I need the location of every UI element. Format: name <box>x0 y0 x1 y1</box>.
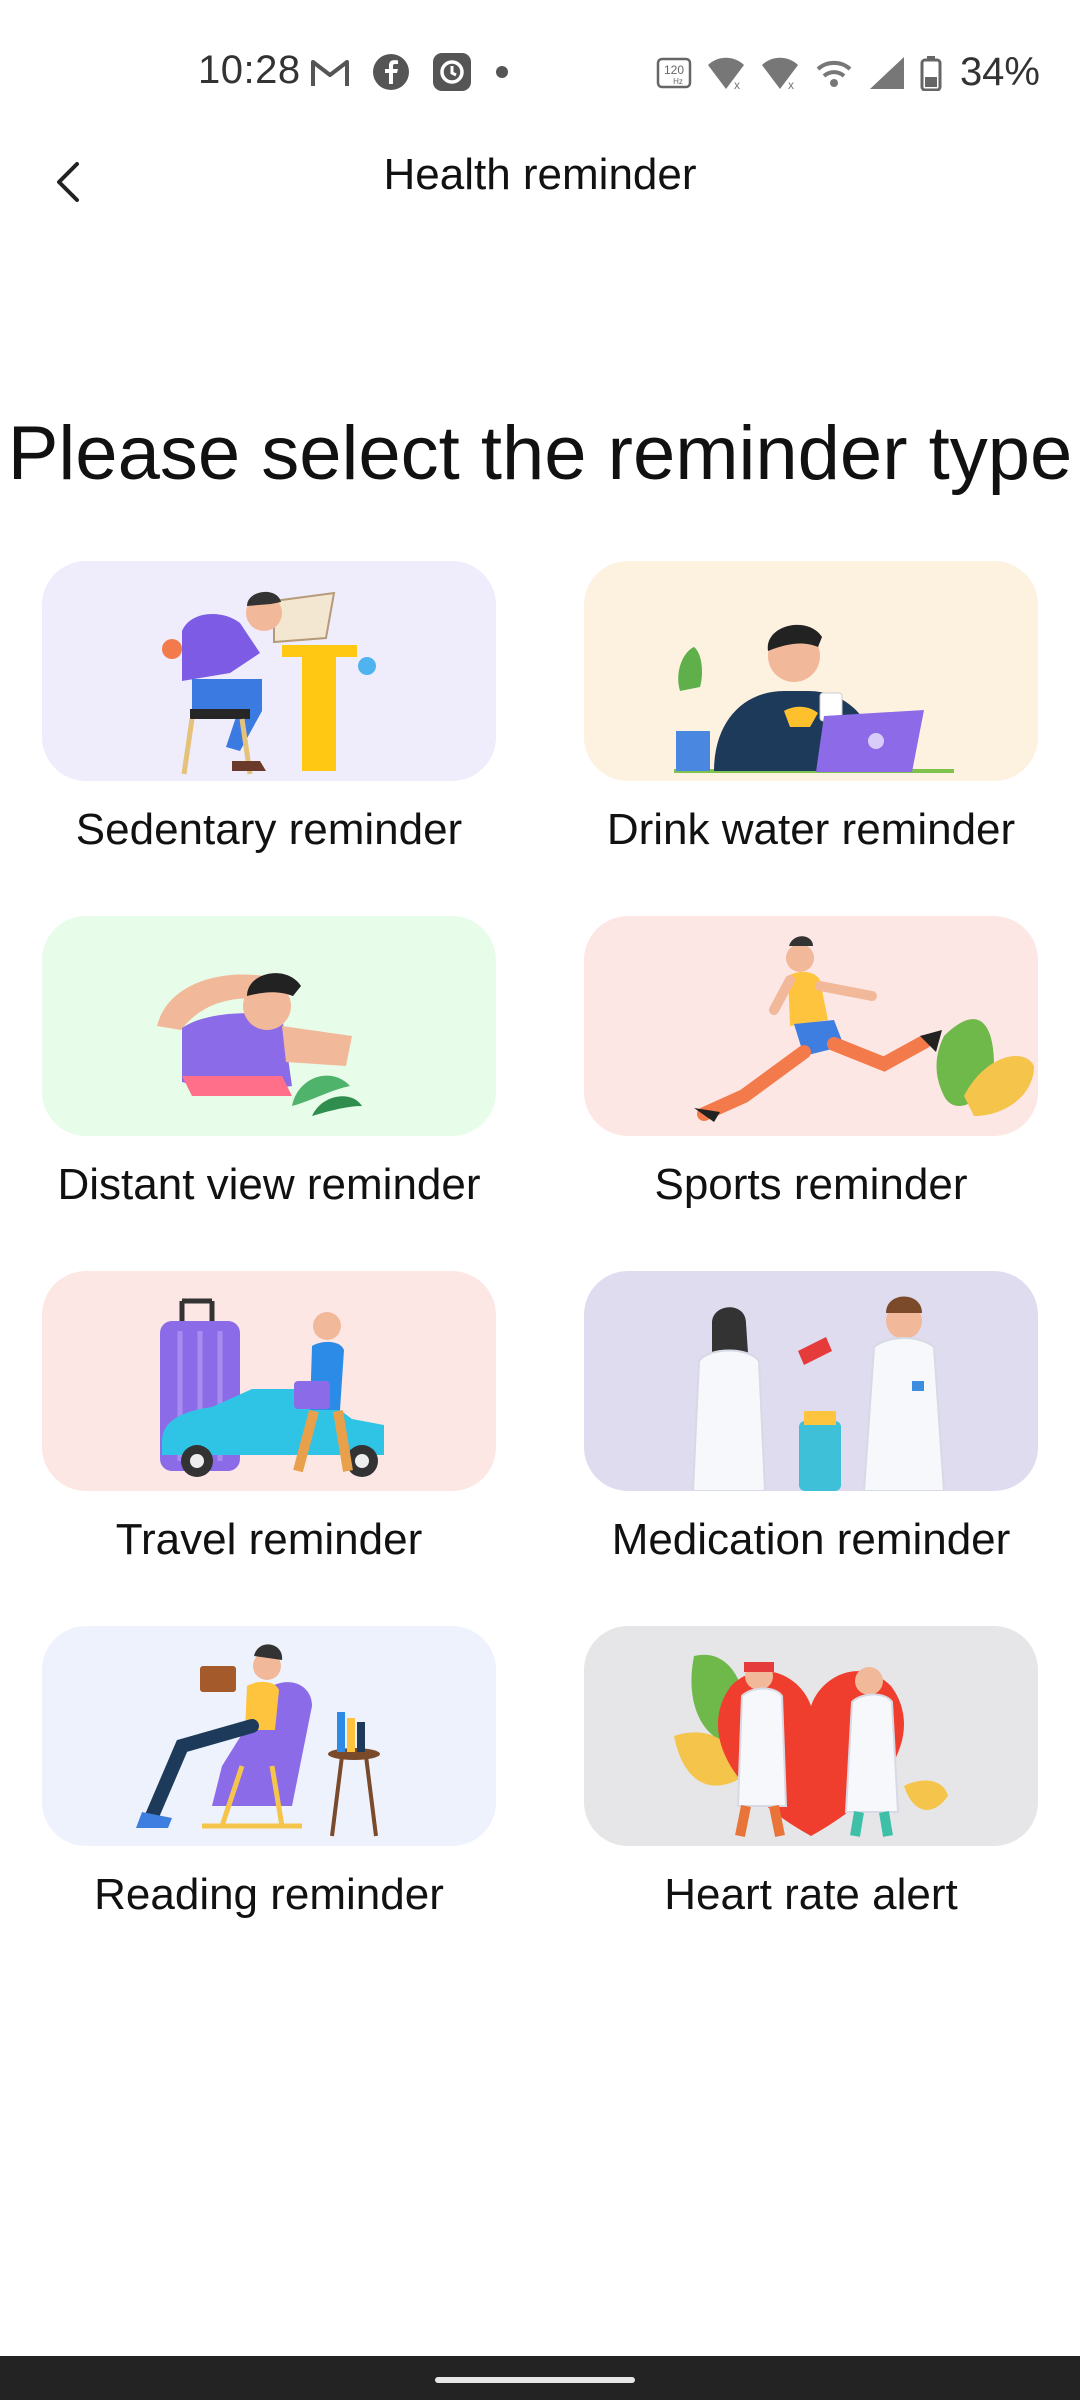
travel-reminder-label: Travel reminder <box>115 1515 423 1564</box>
sports-illustration <box>584 916 1038 1136</box>
status-time: 10:28 <box>198 48 301 92</box>
wifi-calling-icon: x <box>760 55 800 91</box>
heart-rate-alert-label: Heart rate alert <box>664 1870 958 1919</box>
reading-illustration <box>42 1626 496 1846</box>
reading-reminder-label: Reading reminder <box>94 1870 444 1919</box>
status-bar: 10:28 120 Hz x x 34% <box>0 0 1080 150</box>
system-icons: 120 Hz x x 34% <box>656 50 1040 95</box>
medication-reminder-card[interactable]: Medication reminder <box>584 1271 1038 1626</box>
battery-icon <box>920 55 942 91</box>
wifi-calling-icon: x <box>706 55 746 91</box>
distant-view-reminder-label: Distant view reminder <box>57 1160 481 1209</box>
notification-icons <box>310 52 510 92</box>
svg-text:x: x <box>788 78 794 91</box>
reminder-type-grid: Sedentary reminder Drink water reminder <box>42 561 1038 1981</box>
medication-reminder-label: Medication reminder <box>611 1515 1011 1564</box>
sedentary-reminder-label: Sedentary reminder <box>75 805 463 854</box>
travel-illustration <box>42 1271 496 1491</box>
select-type-heading: Please select the reminder type <box>7 411 1073 496</box>
dot-icon <box>494 64 510 80</box>
sedentary-reminder-card[interactable]: Sedentary reminder <box>42 561 496 916</box>
threads-icon <box>432 52 472 92</box>
battery-percentage: 34% <box>959 50 1040 94</box>
svg-text:120: 120 <box>664 63 684 77</box>
medication-illustration <box>584 1271 1038 1491</box>
distant-view-illustration <box>42 916 496 1136</box>
drink-water-illustration <box>584 561 1038 781</box>
sports-reminder-label: Sports reminder <box>654 1160 968 1209</box>
heart-rate-alert-card[interactable]: Heart rate alert <box>584 1626 1038 1981</box>
gmail-icon <box>310 56 350 88</box>
travel-reminder-card[interactable]: Travel reminder <box>42 1271 496 1626</box>
reading-reminder-card[interactable]: Reading reminder <box>42 1626 496 1981</box>
hotspot-icon <box>814 55 854 91</box>
svg-text:Hz: Hz <box>673 77 683 86</box>
drink-water-reminder-card[interactable]: Drink water reminder <box>584 561 1038 916</box>
facebook-icon <box>372 53 410 91</box>
home-indicator[interactable] <box>435 2377 635 2383</box>
distant-view-reminder-card[interactable]: Distant view reminder <box>42 916 496 1271</box>
page-title: Health reminder <box>383 150 697 199</box>
refresh-rate-icon: 120 Hz <box>656 57 692 89</box>
sports-reminder-card[interactable]: Sports reminder <box>584 916 1038 1271</box>
svg-text:x: x <box>734 78 740 91</box>
sedentary-illustration <box>42 561 496 781</box>
heart-rate-illustration <box>584 1626 1038 1846</box>
cellular-signal-icon <box>868 55 906 91</box>
drink-water-reminder-label: Drink water reminder <box>606 805 1016 854</box>
